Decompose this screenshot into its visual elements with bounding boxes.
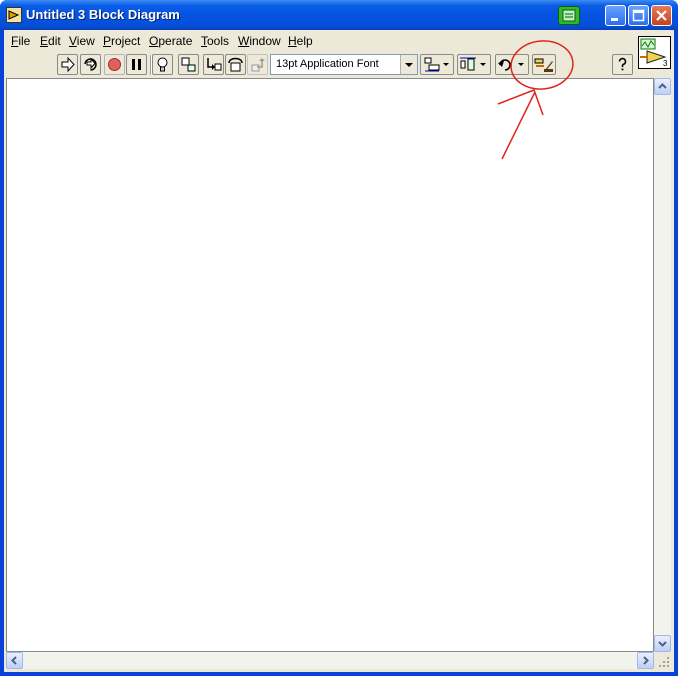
title-bar[interactable]: Untitled 3 Block Diagram <box>0 0 678 30</box>
highlight-execution-button[interactable] <box>152 54 173 75</box>
distribute-objects-icon <box>460 57 486 71</box>
vi-running-indicator-icon <box>558 6 580 25</box>
clean-up-diagram-button[interactable] <box>532 54 556 75</box>
maximize-button[interactable] <box>628 5 649 26</box>
maximize-icon <box>632 9 645 22</box>
chevron-down-icon[interactable] <box>400 55 417 74</box>
menu-bar: File Edit View Project Operate Tools Win… <box>4 30 636 52</box>
menu-edit[interactable]: Edit <box>40 34 61 48</box>
chevron-up-icon <box>658 83 667 89</box>
context-help-icon <box>618 57 627 71</box>
menu-operate[interactable]: Operate <box>149 34 192 48</box>
step-over-button[interactable] <box>225 54 246 75</box>
window-bottom-border <box>0 672 678 676</box>
menu-file[interactable]: File <box>11 34 30 48</box>
scroll-up-button[interactable] <box>654 78 671 95</box>
pause-icon <box>132 59 141 70</box>
menu-help[interactable]: Help <box>288 34 313 48</box>
close-button[interactable] <box>651 5 672 26</box>
abort-execution-button[interactable] <box>104 54 125 75</box>
step-into-icon <box>207 58 222 71</box>
menu-project[interactable]: Project <box>103 34 140 48</box>
abort-execution-icon <box>108 58 121 71</box>
run-continuously-icon <box>84 57 97 71</box>
retain-wire-values-icon <box>181 57 196 72</box>
svg-text:3: 3 <box>663 59 668 68</box>
text-settings-dropdown[interactable]: 13pt Application Font <box>270 54 418 75</box>
highlight-execution-lightbulb-icon <box>157 57 168 72</box>
window-client-area: File Edit View Project Operate Tools Win… <box>4 30 674 672</box>
step-into-button[interactable] <box>203 54 224 75</box>
scroll-left-button[interactable] <box>6 652 23 669</box>
scroll-right-button[interactable] <box>637 652 654 669</box>
menu-window[interactable]: Window <box>238 34 281 48</box>
reorder-button[interactable] <box>495 54 529 75</box>
chevron-right-icon <box>643 656 649 665</box>
vi-connector-icon[interactable]: 3 <box>638 36 671 69</box>
step-out-button[interactable] <box>247 54 268 75</box>
chevron-down-icon <box>658 641 667 647</box>
menu-view[interactable]: View <box>69 34 95 48</box>
labview-vi-icon[interactable] <box>6 7 22 23</box>
run-button[interactable] <box>57 54 78 75</box>
clean-up-diagram-icon <box>534 58 553 72</box>
vertical-scrollbar[interactable] <box>654 78 671 652</box>
minimize-icon <box>611 18 618 21</box>
minimize-button[interactable] <box>605 5 626 26</box>
step-over-icon <box>228 57 243 72</box>
retain-wire-values-button[interactable] <box>178 54 199 75</box>
font-value: 13pt Application Font <box>276 58 379 70</box>
close-icon <box>656 10 667 21</box>
scroll-down-button[interactable] <box>654 635 671 652</box>
pause-button[interactable] <box>126 54 147 75</box>
menu-tools[interactable]: Tools <box>201 34 229 48</box>
distribute-objects-button[interactable] <box>457 54 491 75</box>
block-diagram-canvas[interactable] <box>6 78 654 652</box>
window-title: Untitled 3 Block Diagram <box>26 7 180 22</box>
align-objects-button[interactable] <box>420 54 454 75</box>
size-grip-icon[interactable] <box>654 652 671 669</box>
chevron-left-icon <box>11 656 17 665</box>
step-out-icon <box>251 58 265 72</box>
run-arrow-icon <box>61 56 75 73</box>
horizontal-scrollbar[interactable] <box>6 652 654 669</box>
run-continuously-button[interactable] <box>80 54 101 75</box>
context-help-button[interactable] <box>612 54 633 75</box>
toolbar: 13pt Application Font <box>4 52 636 78</box>
align-objects-icon <box>424 57 449 72</box>
block-diagram-window: Untitled 3 Block Diagram File Edit View … <box>0 0 678 676</box>
reorder-icon <box>498 59 524 71</box>
